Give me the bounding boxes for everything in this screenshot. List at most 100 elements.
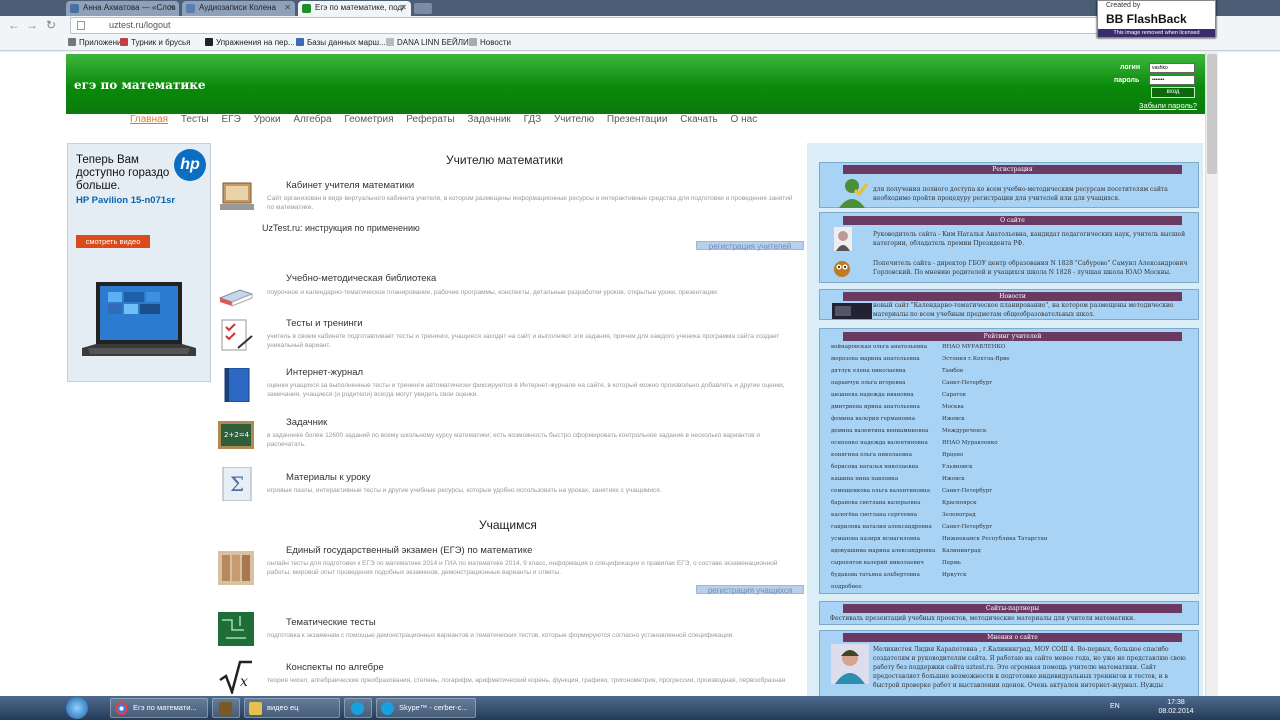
item-algebra-notes[interactable]: Конспекты по алгебре — [286, 662, 384, 673]
back-arrow-icon[interactable]: ← — [8, 18, 20, 32]
menu-item-gdz[interactable]: ГДЗ — [524, 114, 542, 125]
close-icon[interactable]: ✕ — [400, 1, 407, 15]
rating-row: сыропятов валерий николаевич Пермь — [831, 560, 1047, 572]
watch-video-button[interactable]: смотреть видео — [76, 235, 150, 248]
teacher-name[interactable]: дятлук елена николаевна — [831, 368, 942, 374]
teacher-name[interactable]: шешнева надежда ивановна — [831, 392, 942, 398]
teacher-name[interactable]: парамчук ольга игоревна — [831, 380, 942, 386]
taskbar-chrome[interactable]: Егэ по математи... — [110, 698, 208, 718]
start-button[interactable] — [66, 697, 88, 719]
tab-audio[interactable]: Аудиозаписи Колена ✕ — [182, 1, 295, 16]
taskbar-skype[interactable]: Skype™ - cerber-c... — [376, 698, 476, 718]
tab-uztest[interactable]: Егэ по математике, подг ✕ — [298, 1, 411, 16]
ad-text: Теперь Вам доступно гораздо больше. — [76, 154, 170, 192]
menu-item-algebra[interactable]: Алгебра — [293, 114, 331, 125]
menu-item-download[interactable]: Скачать — [680, 114, 718, 125]
laptop-image — [82, 282, 196, 356]
menu-item-presentations[interactable]: Презентации — [607, 114, 668, 125]
teacher-name[interactable]: вдовушкина марина александровна — [831, 548, 942, 554]
close-icon[interactable]: ✕ — [168, 1, 175, 15]
menu-item-teacher[interactable]: Учителю — [554, 114, 594, 125]
rating-row: семешенкова ольга валентиновна Санкт-Пете… — [831, 488, 1047, 500]
taskbar-skype-small[interactable] — [344, 698, 372, 718]
teacher-name[interactable]: баранова светлана валерьевна — [831, 500, 942, 506]
taskbar-warcraft[interactable] — [212, 698, 240, 718]
teacher-name[interactable]: демина валентина вениаминовна — [831, 428, 942, 434]
opinion-text: Мелихистея Лидия Карапетовна , г.Калинин… — [873, 646, 1186, 689]
bookmark-apps[interactable]: Приложения — [68, 37, 126, 48]
menu-item-lessons[interactable]: Уроки — [254, 114, 281, 125]
item-teacher-cabinet[interactable]: Кабинет учителя математики — [286, 180, 414, 191]
teacher-place: Калининград — [942, 548, 981, 554]
register-students-button[interactable]: регистрация учащихся — [696, 585, 804, 595]
password-input[interactable] — [1149, 75, 1195, 85]
new-tab-button[interactable] — [414, 3, 432, 14]
bookmark-exercises[interactable]: Упражнения на пер... — [205, 37, 295, 48]
registration-heading: Регистрация — [843, 165, 1182, 174]
item-journal[interactable]: Интернет-журнал — [286, 367, 363, 378]
login-input[interactable] — [1149, 63, 1195, 73]
item-tests[interactable]: Тесты и тренинги — [286, 318, 363, 329]
address-row: ← → ↻ uztest.ru/logout — [0, 16, 1280, 35]
item-ege[interactable]: Единый государственный экзамен (ЕГЭ) по … — [286, 545, 532, 556]
scroll-thumb[interactable] — [1207, 54, 1217, 174]
hp-advertisement[interactable]: Теперь Вам доступно гораздо больше. HP P… — [67, 143, 211, 382]
teacher-name[interactable]: фомина валерия германовна — [831, 416, 942, 422]
teacher-name[interactable]: конягина ольга николаевна — [831, 452, 942, 458]
tab-akhmatova[interactable]: Анна Ахматова — «Слов ✕ — [66, 1, 179, 16]
item-problems[interactable]: Задачник — [286, 417, 327, 428]
teacher-place: Эстония г.Кохтла-Ярве — [942, 356, 1010, 362]
menu-item-problems[interactable]: Задачник — [467, 114, 510, 125]
teacher-name[interactable]: усманова назиря исмагиловна — [831, 536, 942, 542]
rating-table: войнаровская ольга анатольевна ЯНАО МУРАВ… — [831, 344, 1047, 596]
skype-icon — [381, 702, 394, 715]
rating-row: вдовушкина марина александровна Калинингр… — [831, 548, 1047, 560]
item-library[interactable]: Учебно-методическая библиотека — [286, 273, 436, 284]
reload-icon[interactable]: ↻ — [46, 18, 56, 32]
menu-item-about[interactable]: О нас — [731, 114, 758, 125]
enter-button[interactable]: вход — [1151, 87, 1195, 98]
bookmark-dana[interactable]: DANA LINN БЕЙЛИ — [386, 37, 469, 48]
teacher-name[interactable]: осипенко надежда валентиновна — [831, 440, 942, 446]
address-bar[interactable]: uztest.ru/logout — [70, 17, 1200, 34]
menu-item-home[interactable]: Главная — [130, 114, 168, 125]
bookmark-turnik[interactable]: Турник и брусья — [120, 37, 190, 48]
teacher-name[interactable]: сыропятов валерий николаевич — [831, 560, 942, 566]
teacher-name[interactable]: касюгёва светлана сергеевна — [831, 512, 942, 518]
partners-text[interactable]: Фестиваль презентаций учебных проектов, … — [830, 614, 1190, 623]
teacher-name[interactable]: семешенкова ольга валентиновна — [831, 488, 942, 494]
system-clock[interactable]: 17:38 08.02.2014 — [1158, 698, 1194, 716]
page-scrollbar[interactable] — [1205, 52, 1218, 696]
rating-more-link[interactable]: подробнее — [831, 584, 1047, 596]
teacher-name[interactable]: войнаровская ольга анатольевна — [831, 344, 942, 350]
menu-item-ege[interactable]: ЕГЭ — [222, 114, 241, 125]
site-title[interactable]: егэ по математике — [74, 78, 206, 92]
instructions-link[interactable]: UzTest.ru: инструкция по применению — [262, 223, 420, 233]
menu-item-essays[interactable]: Рефераты — [406, 114, 454, 125]
menu-item-tests[interactable]: Тесты — [181, 114, 209, 125]
teacher-place: Пермь — [942, 560, 961, 566]
item-desc: онлайн тесты для подготовки к ЕГЭ по мат… — [267, 560, 778, 576]
reviewer-photo — [831, 644, 869, 684]
teacher-name[interactable]: будакова татьяна альбертовна — [831, 572, 942, 578]
teacher-place: Санкт-Петербург — [942, 380, 993, 386]
teacher-name[interactable]: кашина нина павловна — [831, 476, 942, 482]
register-teachers-button[interactable]: регистрация учителей — [696, 241, 804, 251]
ad-model: HP Pavilion 15-n071sr — [76, 195, 176, 206]
globe-icon — [296, 38, 304, 46]
bookmark-databases[interactable]: Базы данных марш... — [296, 37, 386, 48]
close-icon[interactable]: ✕ — [284, 1, 291, 15]
bookmark-news[interactable]: Новости — [469, 37, 511, 48]
teacher-name[interactable]: дмитриева ирина анатольевна — [831, 404, 942, 410]
page-icon — [77, 21, 85, 30]
menu-item-geometry[interactable]: Геометрия — [344, 114, 393, 125]
teacher-name[interactable]: морозова марина анатольевна — [831, 356, 942, 362]
item-materials[interactable]: Материалы к уроку — [286, 472, 371, 483]
forgot-password-link[interactable]: Забыли пароль? — [1139, 101, 1197, 110]
taskbar-explorer[interactable]: видео ец — [244, 698, 340, 718]
teacher-name[interactable]: гаврилова наталия александровна — [831, 524, 942, 530]
language-indicator[interactable]: EN — [1110, 703, 1120, 710]
item-thematic-tests[interactable]: Тематические тесты — [286, 617, 376, 628]
forward-arrow-icon[interactable]: → — [26, 18, 38, 32]
teacher-name[interactable]: борисова наталья николаевна — [831, 464, 942, 470]
